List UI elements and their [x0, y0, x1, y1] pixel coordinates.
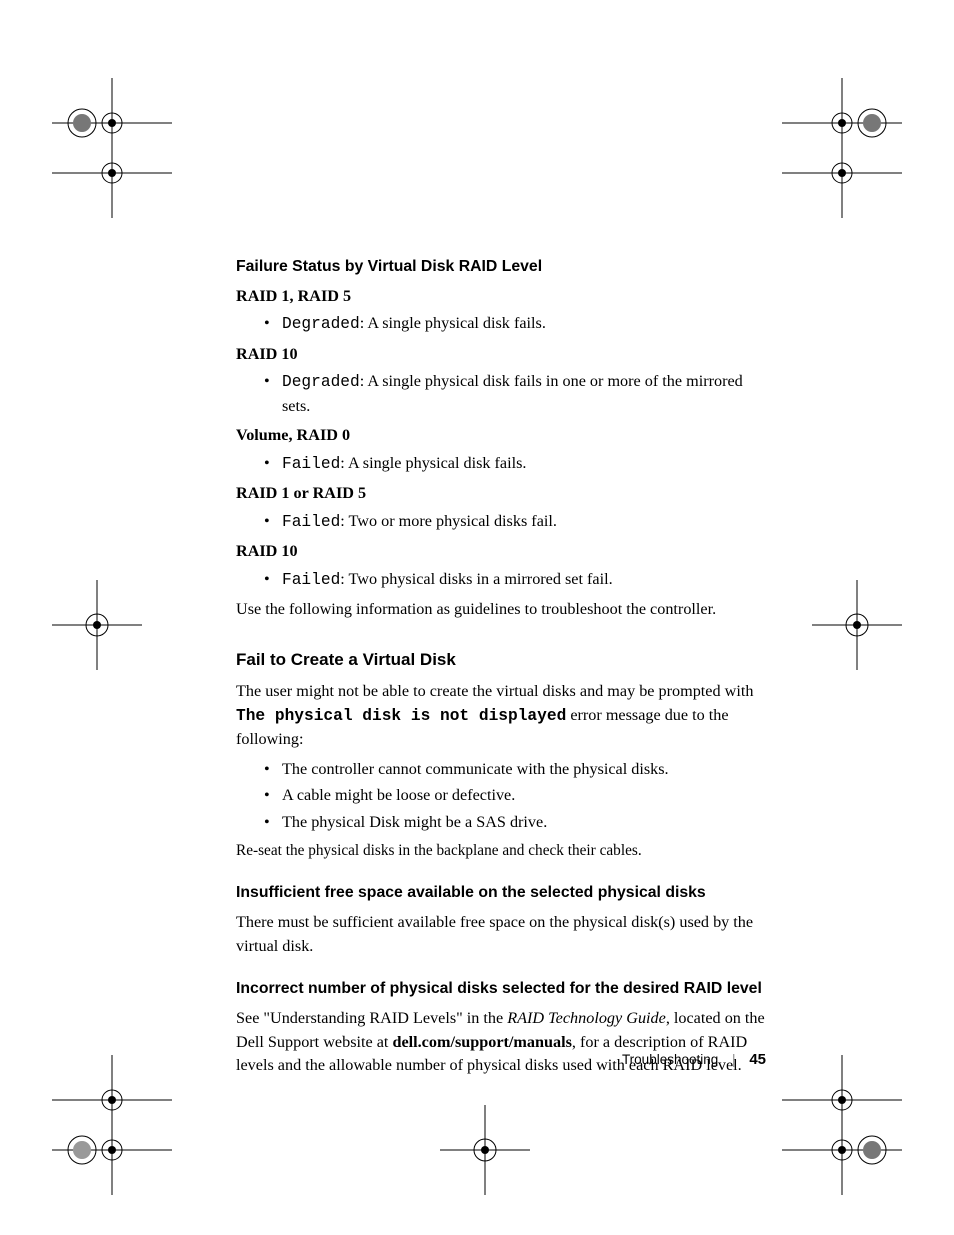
section3-body: There must be sufficient available free …: [236, 911, 766, 958]
s4-bold: dell.com/support/manuals: [392, 1033, 571, 1051]
heading-incorrect-number: Incorrect number of physical disks selec…: [236, 978, 766, 1001]
bullet-item: Degraded: A single physical disk fails.: [264, 312, 766, 336]
bullet-item: The controller cannot communicate with t…: [264, 758, 766, 781]
crop-mark-icon: [440, 1105, 530, 1195]
intro-code: The physical disk is not displayed: [236, 707, 566, 725]
intro-pre: The user might not be able to create the…: [236, 682, 753, 700]
heading-fail-create: Fail to Create a Virtual Disk: [236, 648, 766, 673]
section1-footnote: Use the following information as guideli…: [236, 598, 766, 621]
crop-mark-icon: [782, 1055, 902, 1195]
heading-insufficient-space: Insufficient free space available on the…: [236, 882, 766, 905]
bullet-list: Failed: A single physical disk fails.: [236, 452, 766, 476]
heading-failure-status: Failure Status by Virtual Disk RAID Leve…: [236, 256, 766, 279]
bullet-list: The controller cannot communicate with t…: [236, 758, 766, 834]
status-code: Failed: [282, 455, 340, 473]
footer-separator: |: [732, 1052, 736, 1067]
crop-mark-icon: [812, 580, 902, 670]
page-footer: Troubleshooting | 45: [622, 1049, 766, 1071]
bullet-item: Degraded: A single physical disk fails i…: [264, 370, 766, 418]
bullet-item: A cable might be loose or defective.: [264, 784, 766, 807]
status-code: Degraded: [282, 373, 360, 391]
status-desc: : A single physical disk fails.: [360, 314, 546, 332]
section2-intro: The user might not be able to create the…: [236, 680, 766, 751]
bullet-item: Failed: Two physical disks in a mirrored…: [264, 568, 766, 592]
bullet-list: Degraded: A single physical disk fails.: [236, 312, 766, 336]
section2-trailer: Re-seat the physical disks in the backpl…: [236, 840, 766, 862]
bullet-item: Failed: A single physical disk fails.: [264, 452, 766, 476]
crop-mark-icon: [782, 78, 902, 218]
status-code: Degraded: [282, 315, 360, 333]
page-content: Failure Status by Virtual Disk RAID Leve…: [236, 256, 766, 1084]
status-desc: : A single physical disk fails.: [340, 454, 526, 472]
s4-italic: RAID Technology Guide: [507, 1009, 666, 1027]
bullet-list: Failed: Two or more physical disks fail.: [236, 510, 766, 534]
crop-mark-icon: [52, 580, 142, 670]
raid-group-title: RAID 1 or RAID 5: [236, 482, 766, 505]
raid-group-title: Volume, RAID 0: [236, 424, 766, 447]
crop-mark-icon: [52, 78, 172, 218]
raid-group-title: RAID 1, RAID 5: [236, 285, 766, 308]
footer-page-number: 45: [749, 1051, 766, 1068]
crop-mark-icon: [52, 1055, 172, 1195]
bullet-list: Failed: Two physical disks in a mirrored…: [236, 568, 766, 592]
bullet-list: Degraded: A single physical disk fails i…: [236, 370, 766, 418]
footer-section: Troubleshooting: [622, 1052, 718, 1067]
s4-pre: See "Understanding RAID Levels" in the: [236, 1009, 507, 1027]
bullet-item: The physical Disk might be a SAS drive.: [264, 811, 766, 834]
status-desc: : Two or more physical disks fail.: [340, 512, 557, 530]
raid-group-title: RAID 10: [236, 343, 766, 366]
status-code: Failed: [282, 513, 340, 531]
raid-group-title: RAID 10: [236, 540, 766, 563]
bullet-item: Failed: Two or more physical disks fail.: [264, 510, 766, 534]
status-code: Failed: [282, 571, 340, 589]
status-desc: : Two physical disks in a mirrored set f…: [340, 570, 612, 588]
